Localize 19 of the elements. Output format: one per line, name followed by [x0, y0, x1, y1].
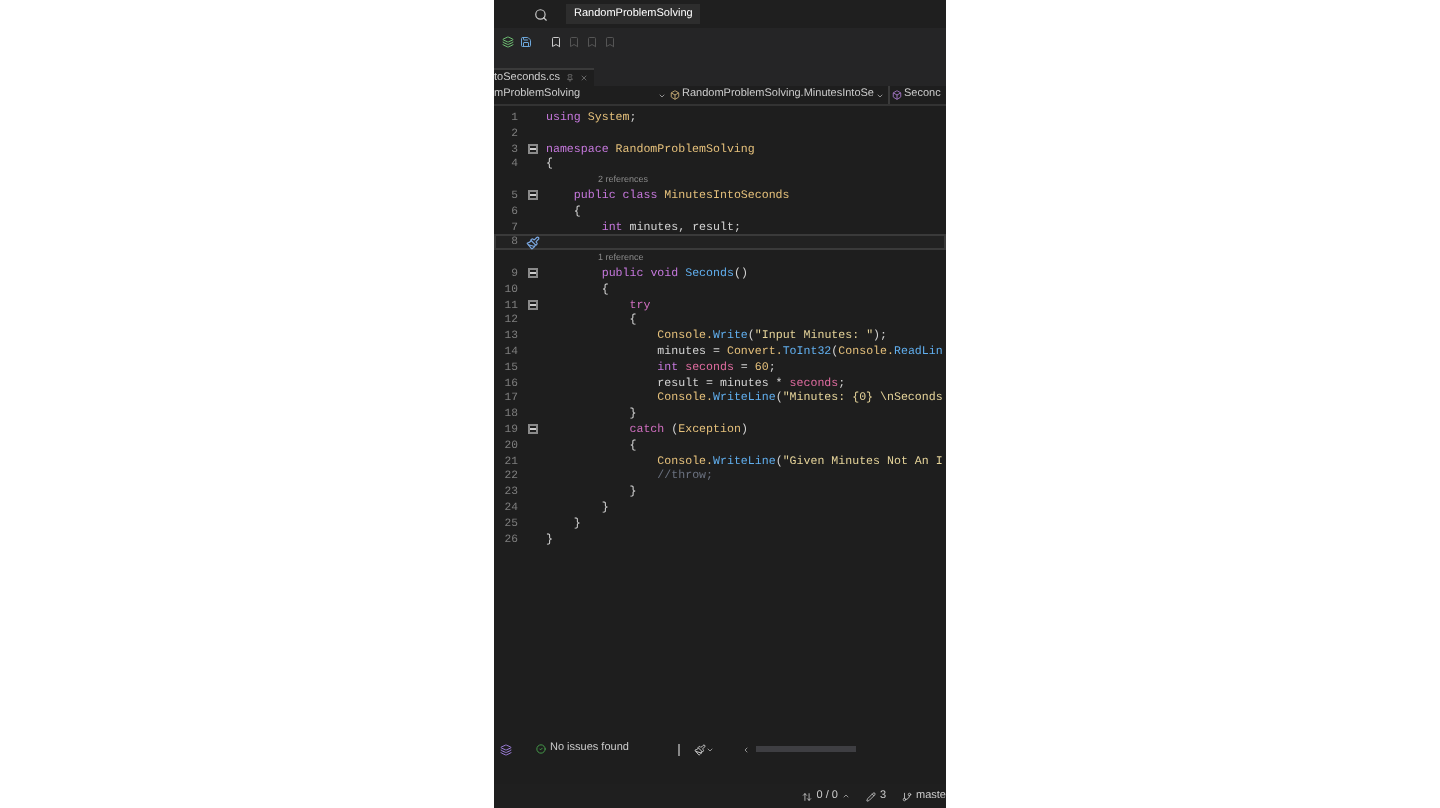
brush-icon[interactable]: [694, 743, 707, 755]
extension-icon[interactable]: [500, 743, 512, 755]
horizontal-scrollbar[interactable]: [756, 746, 857, 752]
fold-toggle[interactable]: [527, 143, 537, 154]
save-icon[interactable]: [520, 36, 532, 48]
search-icon[interactable]: [534, 7, 548, 21]
cube-icon: [892, 90, 902, 100]
pin-icon[interactable]: [566, 74, 575, 82]
toolbar-icon[interactable]: [502, 36, 514, 48]
fold-toggle[interactable]: [527, 299, 537, 310]
pencil-icon: [865, 791, 876, 801]
check-icon: [536, 744, 546, 754]
class-icon: [670, 90, 680, 100]
arrows-icon: [802, 791, 813, 801]
quick-action-icon[interactable]: [525, 235, 539, 250]
fold-toggle[interactable]: [527, 190, 537, 201]
branch-icon: [902, 791, 913, 801]
fold-toggle[interactable]: [527, 424, 537, 435]
fold-toggle[interactable]: [527, 268, 537, 279]
